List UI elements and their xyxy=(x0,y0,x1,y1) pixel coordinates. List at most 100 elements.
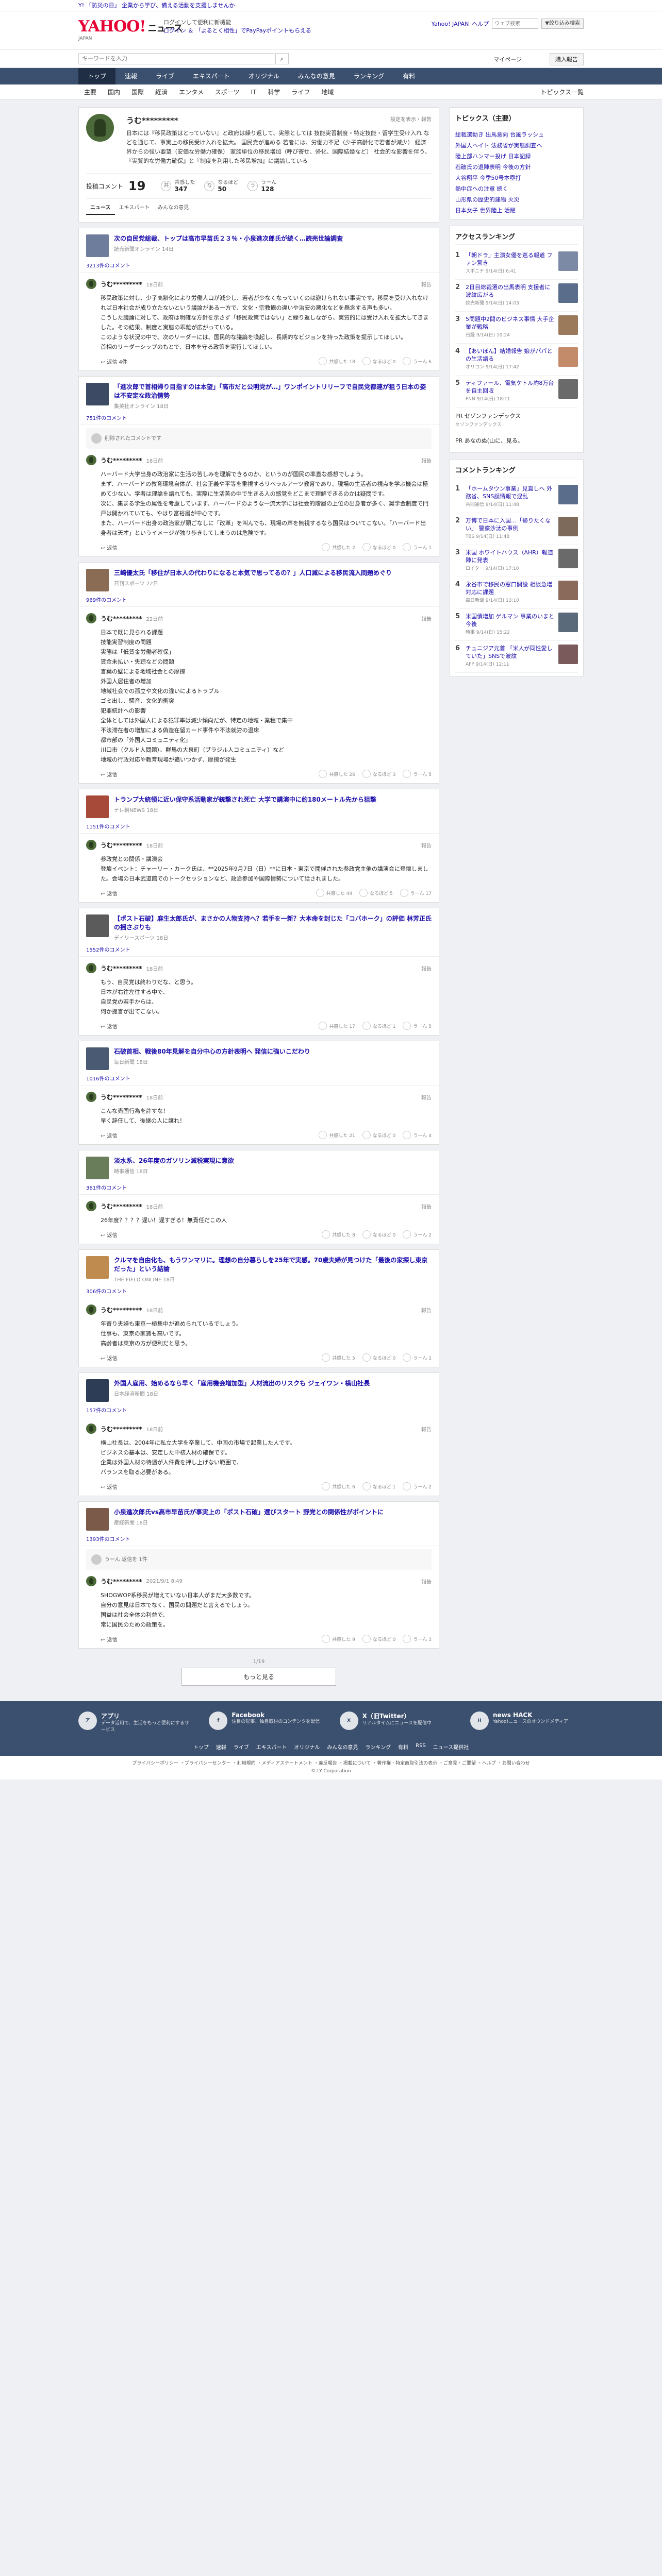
ranking-item[interactable]: 2 万博で日本に入国…「帰りたくない」 警察沙汰の事例 TBS 9/14(日) 11… xyxy=(455,513,578,545)
category-tab[interactable]: ライフ xyxy=(286,84,316,100)
report-link[interactable]: 報告 xyxy=(421,1425,432,1433)
yahoo-top-link[interactable]: Yahoo! JAPAN xyxy=(432,21,469,27)
vote-button[interactable]: うーん 1 xyxy=(403,543,432,551)
article-title[interactable]: クルマを自由化も、もうワンマリに。理想の自分暮らしを25年で実感。70歳夫婦が見… xyxy=(114,1256,432,1274)
footer-link[interactable]: ランキング xyxy=(365,1743,391,1751)
comment-author[interactable]: うむ********* xyxy=(101,1425,142,1433)
vote-button[interactable]: 共感した 26 xyxy=(319,770,355,778)
help-link[interactable]: ヘルプ xyxy=(472,20,489,28)
topic-link[interactable]: 外国人ヘイト 法務省が実態調査へ xyxy=(455,140,578,151)
ranking-item[interactable]: 6 チュニジア元首 「米人が同性愛していた」SNSで波紋 AFP 9/14(日) 1… xyxy=(455,641,578,673)
vote-button[interactable]: なるほど 5 xyxy=(359,889,393,897)
reply-button[interactable]: 返信 xyxy=(101,889,117,897)
vote-button[interactable]: 共感した 18 xyxy=(319,357,355,365)
footer-link[interactable]: ニュース提供社 xyxy=(433,1743,469,1751)
comment-author[interactable]: うむ********* xyxy=(101,964,142,973)
ranking-item[interactable]: 3 5問題中2問のビジネス事情 大手企業が戦略 日経 9/14(日) 10:24 xyxy=(455,312,578,344)
topic-link[interactable]: 日本女子 世界陸上 活躍 xyxy=(455,205,578,216)
gnav-tab[interactable]: 速報 xyxy=(115,68,146,84)
profile-tab[interactable]: みんなの意見 xyxy=(154,199,193,215)
comment-count-link[interactable]: 157件のコメント xyxy=(79,1406,439,1417)
vote-button[interactable]: うーん 17 xyxy=(400,889,432,897)
vote-button[interactable]: 共感した 9 xyxy=(322,1635,355,1643)
vote-button[interactable]: なるほど 1 xyxy=(362,1022,395,1030)
report-link[interactable]: 報告 xyxy=(421,615,432,622)
gnav-tab[interactable]: オリジナル xyxy=(239,68,289,84)
report-link[interactable]: 報告 xyxy=(421,1306,432,1314)
category-tab[interactable]: 地域 xyxy=(316,84,339,100)
article-link[interactable]: 【ポスト石破】麻生太郎氏が、まさかの人物支持へ？若手を一新？大本命を封じた「コバ… xyxy=(79,908,439,945)
category-tab[interactable]: エンタメ xyxy=(173,84,209,100)
topic-link[interactable]: 石破氏の退陣表明 今後の方針 xyxy=(455,162,578,173)
category-tab[interactable]: 国内 xyxy=(102,84,126,100)
vote-button[interactable]: なるほど 0 xyxy=(362,1353,395,1362)
news-search-input[interactable] xyxy=(78,53,274,64)
category-tab[interactable]: 主要 xyxy=(78,84,102,100)
rank-title[interactable]: 永谷市で移民の窓口開設 相談急増 対応に課題 毎日新聞 9/14(日) 13:10 xyxy=(466,581,555,605)
vote-button[interactable]: なるほど 0 xyxy=(362,1635,395,1643)
report-link[interactable]: 報告 xyxy=(421,1202,432,1210)
footer-link[interactable]: ライブ xyxy=(234,1743,249,1751)
reply-button[interactable]: 返信 xyxy=(101,770,117,778)
rank-title[interactable]: 「ホームタウン事業」見直しへ 外務省、SNS誤情報で混乱 共同通信 9/14(日)… xyxy=(466,485,555,509)
pr-item[interactable]: PR セゾンファンデックス セゾンファンデックス xyxy=(455,408,578,432)
vote-button[interactable]: 共感した 21 xyxy=(319,1131,355,1139)
gnav-tab[interactable]: トップ xyxy=(78,68,116,84)
vote-button[interactable]: うーん 2 xyxy=(403,1482,432,1490)
report-link[interactable]: 報告 xyxy=(421,456,432,464)
comment-author[interactable]: うむ********* xyxy=(101,1577,142,1586)
article-title[interactable]: 「進次郎で首相帰り目指すのは本望」「高市だと公明党が…」ワンポイントリリーフで自… xyxy=(114,383,432,400)
article-title[interactable]: 小泉進次郎氏vs高市早苗氏が事実上の「ポスト石破」選びスタート 野党との関係性が… xyxy=(114,1508,384,1517)
profile-report-link[interactable]: 設定を表示・報告 xyxy=(390,115,432,123)
comment-author[interactable]: うむ********* xyxy=(101,280,142,289)
rank-title[interactable]: 「朝ドラ」主演女優を巡る報道 ファン驚き スポニチ 9/14(日) 6:41 xyxy=(466,251,555,276)
article-thumbnail[interactable] xyxy=(86,914,109,937)
article-thumbnail[interactable] xyxy=(86,1508,109,1531)
profile-tab[interactable]: ニュース xyxy=(86,199,115,215)
reply-button[interactable]: 返信 xyxy=(101,1231,117,1239)
vote-button[interactable]: うーん 3 xyxy=(403,1635,432,1643)
reply-button[interactable]: 返信 xyxy=(101,1022,117,1030)
reply-button[interactable]: 返信 xyxy=(101,1635,117,1643)
comment-count-link[interactable]: 1552件のコメント xyxy=(79,945,439,957)
footer-service[interactable]: アアプリ データ活用で、生活をもっと便利にするサービス xyxy=(78,1711,192,1734)
reply-button[interactable]: 返信 xyxy=(101,544,117,551)
report-link[interactable]: 報告 xyxy=(421,841,432,849)
vote-button[interactable]: うーん 4 xyxy=(403,1131,432,1139)
topics-list-link[interactable]: トピックス一覧 xyxy=(540,84,584,100)
vote-button[interactable]: なるほど 0 xyxy=(362,357,395,365)
gnav-tab[interactable]: みんなの意見 xyxy=(289,68,344,84)
comment-author[interactable]: うむ********* xyxy=(101,1202,142,1211)
category-tab[interactable]: IT xyxy=(245,84,262,100)
footer-link[interactable]: 速報 xyxy=(216,1743,226,1751)
article-link[interactable]: 「進次郎で首相帰り目指すのは本望」「高市だと公明党が…」ワンポイントリリーフで自… xyxy=(79,377,439,414)
vote-button[interactable]: うーん 2 xyxy=(403,1230,432,1239)
report-link[interactable]: 報告 xyxy=(421,964,432,972)
ranking-item[interactable]: 4 永谷市で移民の窓口開設 相談急増 対応に課題 毎日新聞 9/14(日) 13:1… xyxy=(455,577,578,609)
article-thumbnail[interactable] xyxy=(86,569,109,591)
category-tab[interactable]: 経済 xyxy=(150,84,173,100)
topic-link[interactable]: 山形県の歴史的建物 火災 xyxy=(455,194,578,205)
comment-author[interactable]: うむ********* xyxy=(101,841,142,850)
vote-button[interactable]: なるほど 3 xyxy=(362,770,395,778)
category-tab[interactable]: 国際 xyxy=(126,84,150,100)
article-link[interactable]: 外国人雇用、始めるなら早く「雇用機会増加型」人材流出のリスクも ジェイワン・横山… xyxy=(79,1373,439,1406)
report-link[interactable]: 報告 xyxy=(421,1093,432,1101)
ranking-item[interactable]: 2 2日目総裁選の出馬表明 支援者に波紋広がる 読売新聞 9/14(日) 14:03 xyxy=(455,280,578,312)
article-link[interactable]: トランプ大統領に近い保守系活動家が銃撃され死亡 大学で講演中に約180メートル先… xyxy=(79,789,439,822)
gnav-tab[interactable]: ライブ xyxy=(146,68,184,84)
article-link[interactable]: 次の自民党総裁、トップは高市早苗氏２３％・小泉進次郎氏が続く…読売世論調査 読売新… xyxy=(79,228,439,261)
topic-link[interactable]: 熱中症への注意 続く xyxy=(455,183,578,194)
comment-author[interactable]: うむ********* xyxy=(101,1093,142,1101)
category-tab[interactable]: 科学 xyxy=(262,84,286,100)
article-title[interactable]: 石破首相、戦後80年見解を自分中心の方針表明へ 発信に強いこだわり xyxy=(114,1047,310,1056)
comment-count-link[interactable]: 3213件のコメント xyxy=(79,261,439,273)
article-thumbnail[interactable] xyxy=(86,1256,109,1279)
article-title[interactable]: 【ポスト石破】麻生太郎氏が、まさかの人物支持へ？若手を一新？大本命を封じた「コバ… xyxy=(114,914,432,932)
article-link[interactable]: 小泉進次郎氏vs高市早苗氏が事実上の「ポスト石破」選びスタート 野党との関係性が… xyxy=(79,1502,439,1535)
vote-button[interactable]: うーん 5 xyxy=(403,1022,432,1030)
comment-count-link[interactable]: 1016件のコメント xyxy=(79,1074,439,1086)
comment-author[interactable]: うむ********* xyxy=(101,1306,142,1314)
reply-button[interactable]: 返信 xyxy=(101,1131,117,1139)
mypage-link[interactable]: マイページ xyxy=(493,55,522,63)
